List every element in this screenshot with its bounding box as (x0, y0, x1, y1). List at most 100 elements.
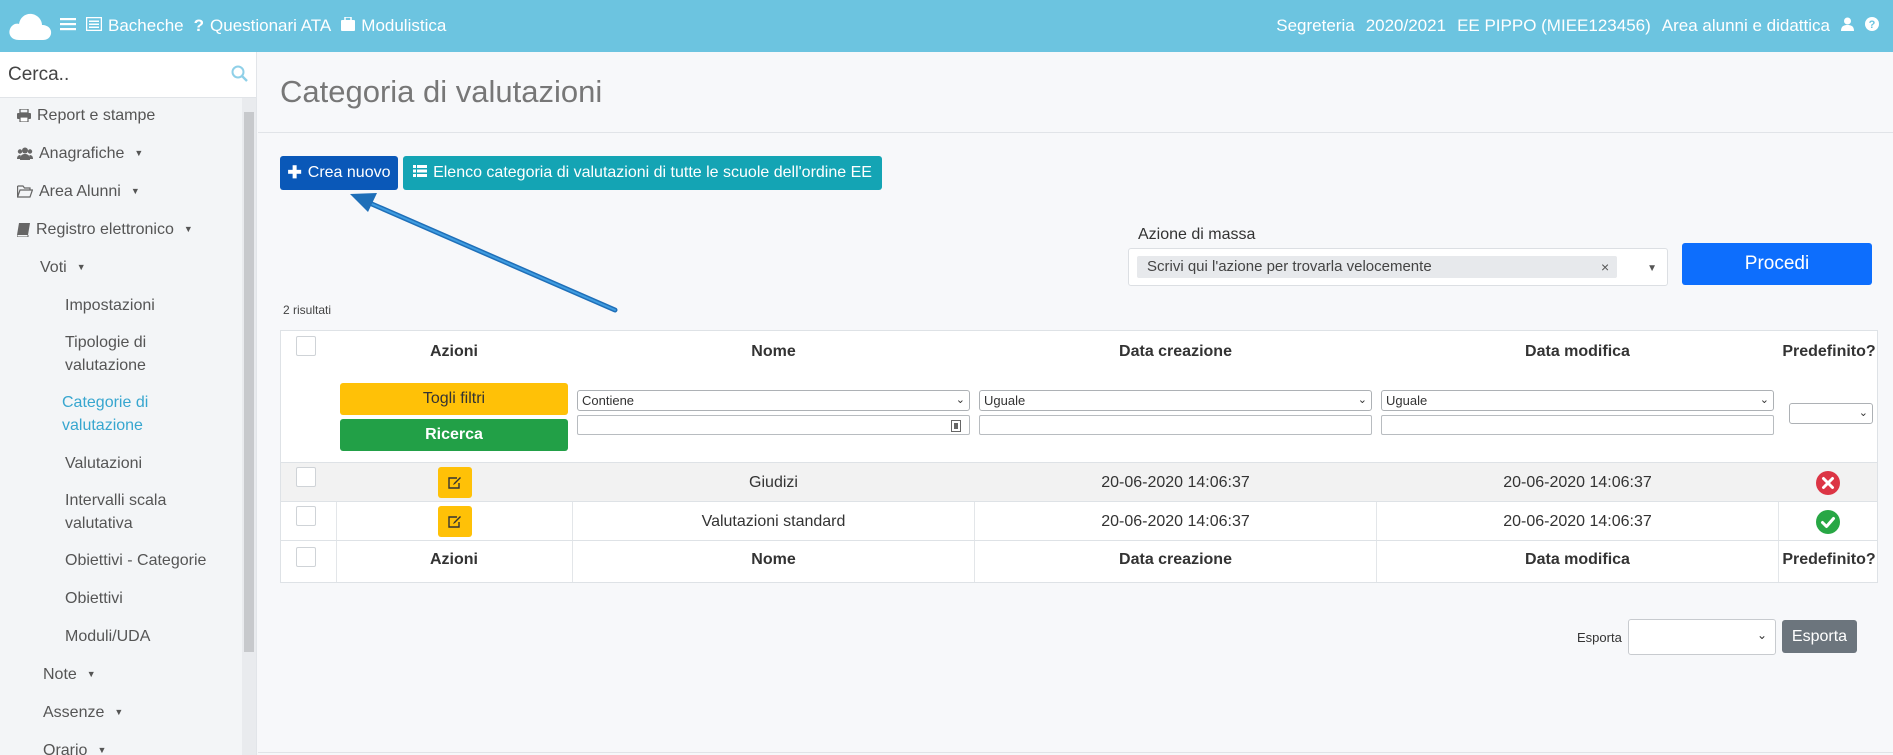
school-year-link[interactable]: 2020/2021 (1366, 16, 1446, 36)
caret-down-icon: ▼ (76, 262, 86, 272)
nav-modulistica[interactable]: Modulistica (341, 16, 446, 36)
edit-button[interactable] (437, 467, 472, 498)
sidebar-item-label: Intervalli scala valutativa (65, 492, 167, 532)
header-azioni: Azioni (430, 343, 478, 360)
sidebar-item-label: Registro elettronico (36, 221, 174, 238)
sidebar-item-label: Valutazioni (65, 455, 143, 472)
modifica-filter-mode-select[interactable]: Uguale ⌄ (1381, 390, 1774, 411)
sidebar-search-input[interactable] (0, 63, 220, 86)
chevron-down-icon: ⌄ (955, 394, 965, 406)
school-link[interactable]: EE PIPPO (MIEE123456) (1457, 16, 1651, 36)
role-link[interactable]: Segreteria (1276, 16, 1354, 36)
clear-filters-button[interactable]: Togli filtri (340, 383, 568, 415)
nav-bacheche[interactable]: Bacheche (85, 16, 184, 36)
select-all-checkbox[interactable] (296, 336, 316, 356)
nav-questionari-label: Questionari ATA (210, 16, 332, 35)
cell-data-modifica: 20-06-2020 14:06:37 (1503, 512, 1652, 530)
search-icon[interactable] (231, 65, 248, 87)
chevron-down-icon: ⌄ (1759, 394, 1769, 406)
export-format-select[interactable]: ⌄ (1628, 619, 1776, 655)
nav-modulistica-label: Modulistica (361, 16, 447, 35)
sidebar-item-label: Obiettivi - Categorie (65, 552, 207, 569)
sidebar-item-impostazioni[interactable]: Impostazioni (65, 294, 155, 317)
nome-filter-mode-select[interactable]: Contiene ⌄ (577, 390, 970, 411)
user-icon[interactable] (1841, 16, 1854, 36)
briefcase-icon (341, 16, 356, 36)
sidebar-item-obiettivi[interactable]: Obiettivi (65, 587, 123, 610)
cell-data-creazione: 20-06-2020 14:06:37 (1101, 473, 1250, 491)
cloud-logo-icon[interactable] (0, 0, 60, 52)
nome-filter-mode-value: Contiene (582, 393, 635, 408)
data-table: Azioni Nome Data creazione Data modifica… (280, 330, 1878, 583)
clear-icon[interactable]: × (1601, 256, 1609, 278)
calendar-icon (951, 419, 961, 437)
list-icon (85, 16, 103, 36)
row-checkbox[interactable] (296, 467, 316, 487)
edit-button[interactable] (437, 506, 472, 537)
svg-text:?: ? (1869, 19, 1876, 31)
sidebar-item-moduli[interactable]: Moduli/UDA (65, 625, 150, 648)
footer-divider (258, 752, 1893, 753)
sidebar-item-area-alunni[interactable]: Area Alunni ▼ (17, 180, 140, 203)
mass-action-select[interactable]: Scrivi qui l'azione per trovarla velocem… (1128, 248, 1668, 286)
sidebar-item-report[interactable]: Report e stampe (17, 104, 155, 127)
sidebar-menu: Report e stampe Anagrafiche ▼ Area Alunni… (0, 98, 257, 755)
sidebar-item-label: Note (43, 666, 77, 683)
caret-down-icon: ▼ (114, 707, 124, 717)
proceed-button[interactable]: Procedi (1682, 243, 1872, 285)
caret-down-icon: ▼ (183, 224, 193, 234)
modifica-filter-input[interactable] (1381, 415, 1774, 435)
header-data-modifica[interactable]: Data modifica (1381, 343, 1774, 361)
sidebar-item-label: Area Alunni (39, 183, 121, 200)
sidebar-item-registro[interactable]: Registro elettronico ▼ (17, 218, 193, 241)
header-predefinito[interactable]: Predefinito? (1781, 343, 1877, 361)
sidebar-item-intervalli[interactable]: Intervalli scala valutativa (65, 489, 195, 535)
header-nome[interactable]: Nome (577, 343, 970, 361)
nav-questionari[interactable]: ? Questionari ATA (194, 16, 332, 36)
sidebar-item-orario[interactable]: Orario ▼ (43, 739, 106, 755)
caret-down-icon: ▼ (130, 186, 140, 196)
sidebar-scrollbar[interactable] (242, 98, 256, 755)
sidebar-item-obiettivi-categorie[interactable]: Obiettivi - Categorie (65, 549, 206, 572)
sidebar-item-voti[interactable]: Voti ▼ (40, 256, 86, 279)
header-data-creazione[interactable]: Data creazione (979, 343, 1372, 361)
caret-down-icon: ▼ (134, 148, 144, 158)
check-circle-icon (1816, 509, 1840, 534)
export-label: Esporta (1577, 630, 1622, 645)
sidebar-item-label: Anagrafiche (39, 145, 125, 162)
question-icon: ? (193, 16, 205, 35)
search-button[interactable]: Ricerca (340, 419, 568, 451)
export-button[interactable]: Esporta (1782, 620, 1857, 653)
hamburger-menu-icon[interactable] (60, 16, 76, 36)
times-circle-icon (1816, 470, 1840, 495)
sidebar-item-anagrafiche[interactable]: Anagrafiche ▼ (17, 142, 143, 165)
sidebar-item-tipologie[interactable]: Tipologie di valutazione (65, 331, 195, 377)
sidebar-item-label: Categorie di valutazione (62, 394, 149, 434)
sidebar-item-valutazioni[interactable]: Valutazioni (65, 452, 142, 475)
sidebar-item-categorie[interactable]: Categorie di valutazione (62, 391, 192, 437)
edit-icon (447, 477, 461, 489)
cell-predefinito (1779, 502, 1877, 541)
area-link[interactable]: Area alunni e didattica (1662, 16, 1830, 36)
sidebar-item-note[interactable]: Note ▼ (43, 663, 96, 686)
predefinito-filter-select[interactable]: ⌄ (1789, 403, 1873, 424)
sidebar-item-label: Assenze (43, 704, 105, 721)
creazione-filter-mode-select[interactable]: Uguale ⌄ (979, 390, 1372, 411)
cell-data-modifica: 20-06-2020 14:06:37 (1503, 473, 1652, 491)
nome-filter-input[interactable] (577, 415, 970, 435)
creazione-filter-input[interactable] (979, 415, 1372, 435)
footer-azioni: Azioni (430, 551, 478, 568)
cell-data-creazione: 20-06-2020 14:06:37 (1101, 512, 1250, 530)
sidebar-item-assenze[interactable]: Assenze ▼ (43, 701, 123, 724)
mass-action-label: Azione di massa (1138, 226, 1256, 243)
scrollbar-thumb[interactable] (244, 112, 254, 652)
printer-icon (17, 109, 31, 122)
help-icon[interactable]: ? (1865, 16, 1879, 36)
sidebar-item-label: Report e stampe (37, 107, 156, 124)
sidebar-item-label: Voti (40, 259, 67, 276)
top-bar: Bacheche ? Questionari ATA Modulistica S… (0, 0, 1893, 52)
creazione-filter-mode-value: Uguale (984, 393, 1026, 408)
row-checkbox[interactable] (296, 506, 316, 526)
chevron-down-icon[interactable]: ▼ (1647, 258, 1657, 280)
select-all-checkbox-footer[interactable] (296, 547, 316, 567)
